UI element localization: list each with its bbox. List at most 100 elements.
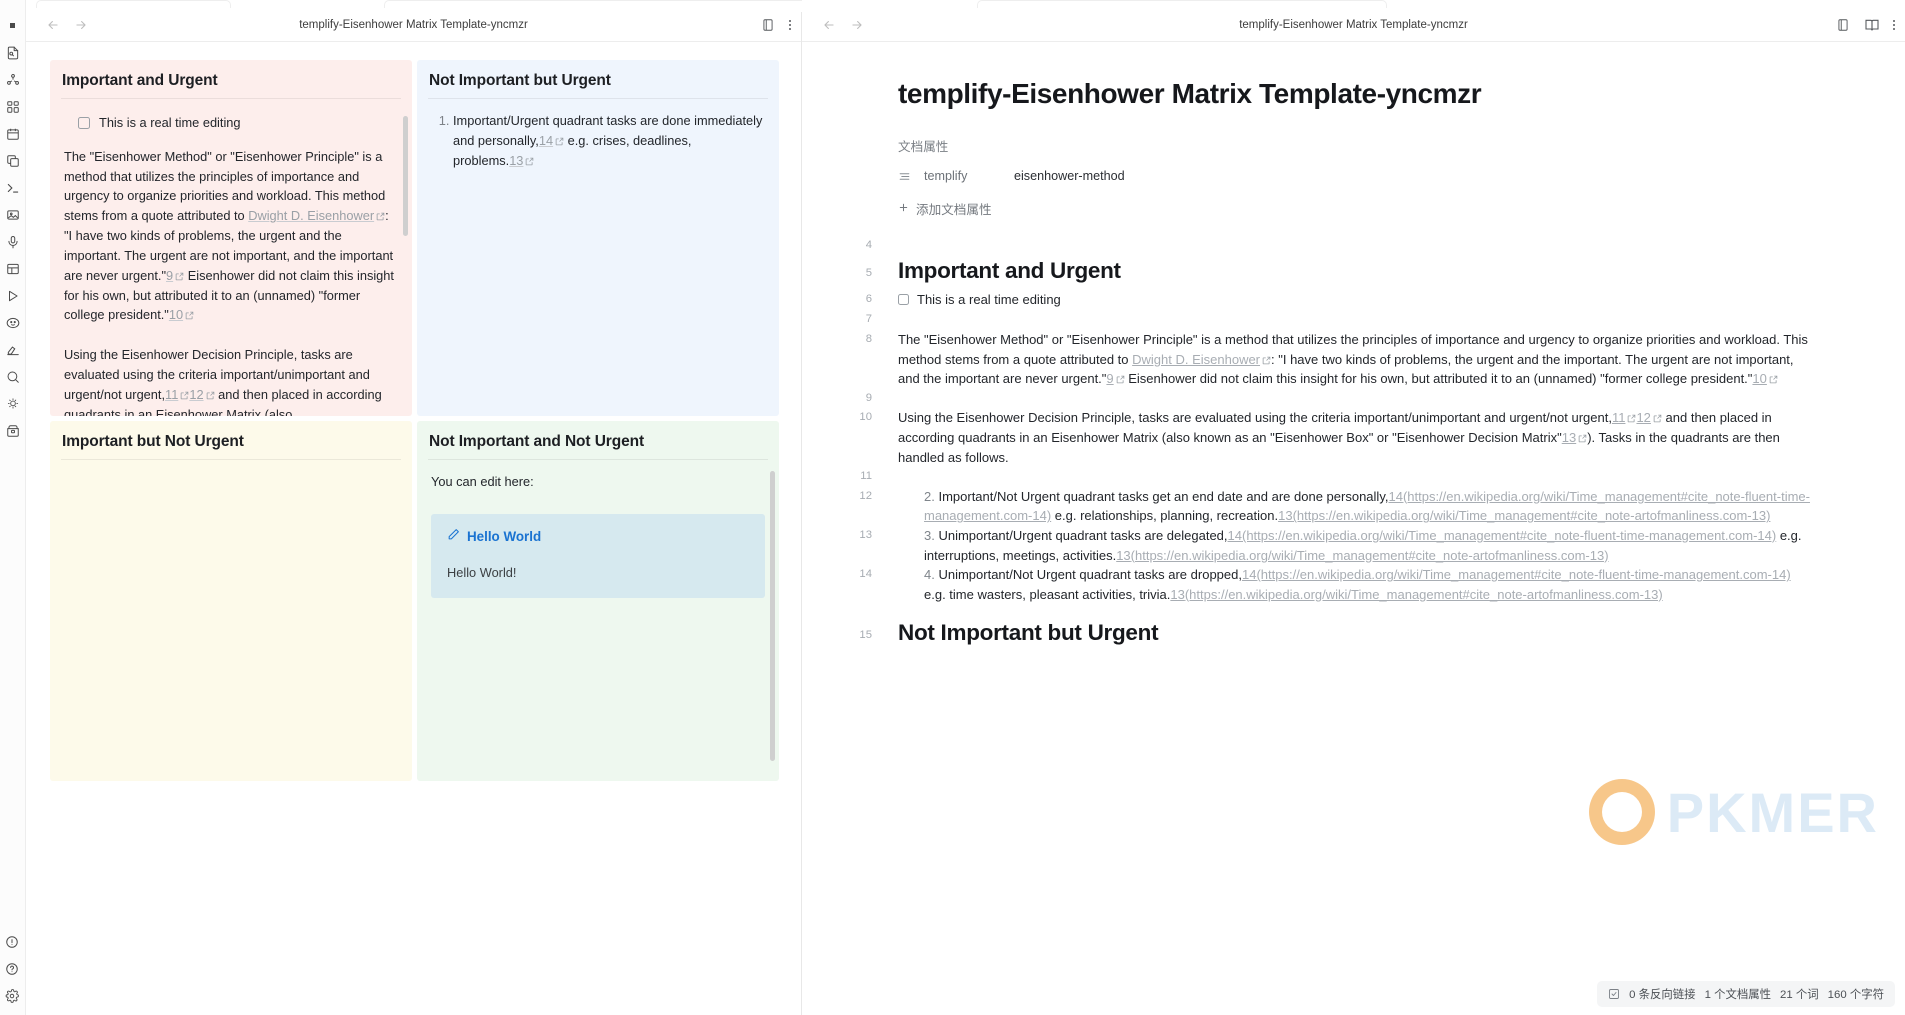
smiley-icon[interactable] bbox=[1, 309, 25, 336]
ref-10[interactable]: 10 bbox=[1752, 371, 1766, 386]
forward-arrow-icon[interactable] bbox=[848, 16, 866, 34]
graph-icon[interactable] bbox=[1, 66, 25, 93]
hello-world-card-title[interactable]: Hello World bbox=[447, 527, 749, 548]
ref-14[interactable]: 14 bbox=[1228, 528, 1242, 543]
line-content[interactable] bbox=[898, 389, 1905, 409]
line-content[interactable]: The "Eisenhower Method" or "Eisenhower P… bbox=[898, 330, 1905, 389]
line-content[interactable] bbox=[898, 467, 1905, 487]
back-arrow-icon[interactable] bbox=[820, 16, 838, 34]
status-bar[interactable]: 0 条反向链接 1 个文档属性 21 个词 160 个字符 bbox=[1597, 981, 1895, 1007]
source-line: 13 3. Unimportant/Urgent quadrant tasks … bbox=[802, 526, 1905, 565]
line-number: 13 bbox=[802, 526, 898, 565]
quadrant-body: Important/Urgent quadrant tasks are done… bbox=[417, 99, 779, 182]
more-vertical-icon[interactable] bbox=[789, 20, 791, 30]
ref-10[interactable]: 10 bbox=[169, 307, 183, 322]
url-link[interactable]: (https://en.wikipedia.org/wiki/Time_mana… bbox=[1131, 548, 1609, 563]
line-heading[interactable]: Important and Urgent bbox=[898, 256, 1905, 290]
line-heading[interactable]: Not Important but Urgent bbox=[898, 618, 1905, 652]
line-content[interactable] bbox=[898, 236, 1905, 256]
calendar-icon[interactable] bbox=[1, 120, 25, 147]
quadrant-not-important-urgent: Not Important but Urgent Important/Urgen… bbox=[417, 60, 779, 416]
hello-world-card[interactable]: Hello World Hello World! bbox=[431, 514, 765, 599]
line-content[interactable]: 2. Important/Not Urgent quadrant tasks g… bbox=[898, 487, 1905, 526]
ref-11[interactable]: 11 bbox=[165, 387, 178, 402]
line-number: 11 bbox=[802, 467, 898, 487]
left-pane-title: templify-Eisenhower Matrix Template-yncm… bbox=[26, 19, 801, 31]
property-value[interactable]: eisenhower-method bbox=[1014, 169, 1125, 183]
document-source-view[interactable]: templify-Eisenhower Matrix Template-yncm… bbox=[802, 42, 1905, 1015]
url-link[interactable]: (https://en.wikipedia.org/wiki/Time_mana… bbox=[1293, 508, 1771, 523]
terminal-icon[interactable] bbox=[1, 174, 25, 201]
ref-13[interactable]: 13 bbox=[1170, 587, 1184, 602]
eisenhower-matrix: Important and Urgent This is a real time… bbox=[50, 60, 779, 781]
task-checkbox-row[interactable]: This is a real time editing bbox=[64, 111, 398, 133]
quadrant-heading: Important but Not Urgent bbox=[50, 421, 412, 459]
task-checkbox-row[interactable]: This is a real time editing bbox=[898, 290, 1061, 310]
microphone-icon[interactable] bbox=[1, 228, 25, 255]
task-checkbox[interactable] bbox=[898, 294, 909, 305]
list-marker: 2. bbox=[924, 489, 935, 504]
source-line: 11 bbox=[802, 467, 1905, 487]
link-dwight-eisenhower[interactable]: Dwight D. Eisenhower bbox=[1132, 352, 1260, 367]
help-circle-icon[interactable] bbox=[0, 928, 24, 955]
external-link-icon bbox=[1653, 408, 1662, 428]
book-icon[interactable] bbox=[1835, 17, 1851, 33]
logo-icon[interactable] bbox=[1, 12, 25, 39]
eisenhower-matrix-wrapper: Important and Urgent This is a real time… bbox=[26, 42, 801, 1015]
quadrant-scrollbar[interactable] bbox=[770, 471, 775, 761]
ref-13[interactable]: 13 bbox=[1278, 508, 1292, 523]
line-content[interactable]: This is a real time editing bbox=[898, 290, 1905, 311]
source-line: 15 Not Important but Urgent bbox=[802, 618, 1905, 652]
quadrant-heading: Not Important and Not Urgent bbox=[417, 421, 779, 459]
ref-12[interactable]: 12 bbox=[1636, 410, 1650, 425]
external-link-icon bbox=[555, 131, 564, 151]
property-row[interactable]: templify eisenhower-method bbox=[802, 155, 1905, 183]
play-icon[interactable] bbox=[1, 282, 25, 309]
source-line: 6 This is a real time editing bbox=[802, 290, 1905, 311]
watermark-text: PKMER bbox=[1667, 780, 1879, 845]
more-vertical-icon[interactable] bbox=[1893, 20, 1895, 30]
add-property-label: 添加文档属性 bbox=[916, 199, 992, 218]
quadrant-body[interactable] bbox=[50, 460, 412, 482]
layout-icon[interactable] bbox=[1, 255, 25, 282]
line-content[interactable]: 4. Unimportant/Not Urgent quadrant tasks… bbox=[898, 565, 1905, 604]
text-segment: Using the Eisenhower Decision Principle,… bbox=[898, 410, 1612, 425]
link-dwight-eisenhower[interactable]: Dwight D. Eisenhower bbox=[248, 208, 374, 223]
quadrant-scrollbar[interactable] bbox=[403, 116, 408, 236]
ref-11[interactable]: 11 bbox=[1612, 410, 1626, 425]
ref-13[interactable]: 13 bbox=[1116, 548, 1130, 563]
dashboard-icon[interactable] bbox=[1, 93, 25, 120]
highlighter-icon[interactable] bbox=[1, 336, 25, 363]
task-checkbox[interactable] bbox=[78, 117, 90, 129]
ref-13[interactable]: 13 bbox=[1562, 430, 1576, 445]
url-link[interactable]: (https://en.wikipedia.org/wiki/Time_mana… bbox=[1256, 567, 1790, 582]
add-property-button[interactable]: 添加文档属性 bbox=[802, 183, 1905, 218]
book-open-icon[interactable] bbox=[760, 17, 776, 33]
lightbulb-icon[interactable] bbox=[1, 390, 25, 417]
search-icon[interactable] bbox=[1, 363, 25, 390]
right-tabstrip bbox=[802, 0, 1905, 8]
left-pane-titlebar: templify-Eisenhower Matrix Template-yncm… bbox=[26, 8, 801, 42]
ref-14[interactable]: 14 bbox=[539, 133, 553, 148]
question-icon[interactable] bbox=[0, 955, 24, 982]
book-open-icon[interactable] bbox=[1864, 17, 1880, 33]
ref-13[interactable]: 13 bbox=[509, 153, 523, 168]
image-icon[interactable] bbox=[1, 201, 25, 228]
copy-icon[interactable] bbox=[1, 147, 25, 174]
settings-gear-icon[interactable] bbox=[0, 982, 24, 1009]
url-link[interactable]: (https://en.wikipedia.org/wiki/Time_mana… bbox=[1242, 528, 1776, 543]
ref-14[interactable]: 14 bbox=[1388, 489, 1402, 504]
forward-arrow-icon[interactable] bbox=[72, 16, 90, 34]
ref-12[interactable]: 12 bbox=[189, 387, 203, 402]
line-content[interactable] bbox=[898, 310, 1905, 330]
ref-14[interactable]: 14 bbox=[1242, 567, 1256, 582]
file-search-icon[interactable] bbox=[1, 39, 25, 66]
url-link[interactable]: (https://en.wikipedia.org/wiki/Time_mana… bbox=[1185, 587, 1663, 602]
line-content[interactable]: Using the Eisenhower Decision Principle,… bbox=[898, 408, 1905, 467]
ref-9[interactable]: 9 bbox=[1106, 371, 1113, 386]
archive-icon[interactable] bbox=[1, 417, 25, 444]
back-arrow-icon[interactable] bbox=[44, 16, 62, 34]
quadrant-not-important-not-urgent: Not Important and Not Urgent You can edi… bbox=[417, 421, 779, 781]
ref-9[interactable]: 9 bbox=[166, 268, 173, 283]
line-content[interactable]: 3. Unimportant/Urgent quadrant tasks are… bbox=[898, 526, 1905, 565]
